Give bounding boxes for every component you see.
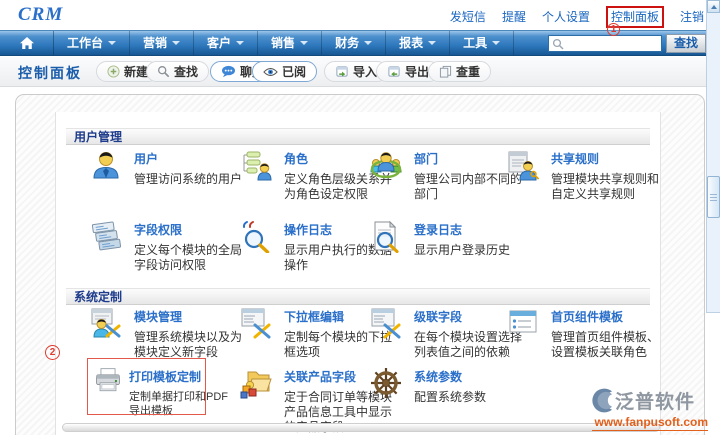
cascading-fields-icon [369,306,403,340]
duplicate-check-icon [439,65,452,78]
arrow-up-icon [711,5,717,9]
chevron-down-icon [300,41,308,45]
scroll-up-button[interactable] [707,0,720,13]
module-card-field-permissions[interactable]: 字段权限 定义每个模块的全局字段访问权限 [89,219,245,273]
crm-logo: CRM [18,4,63,26]
card-title: 用户 [134,150,246,167]
field-permissions-icon [89,219,123,253]
card-desc: 管理访问系统的用户 [134,172,246,187]
role-icon [239,148,273,182]
module-card-homepage-component-template[interactable]: 首页组件模板 管理首页组件模板、设置模板关联角色 [506,306,662,360]
menu-finance[interactable]: 财务 [322,31,386,55]
link-logout[interactable]: 注销 [680,8,704,26]
module-card-system-parameters[interactable]: 系统参数 配置系统参数 [369,366,525,405]
department-icon [369,148,403,182]
card-title: 模块管理 [134,308,246,325]
user-icon [89,148,123,182]
module-card-cascading-fields[interactable]: 级联字段 在每个模块设置选择列表值之间的依赖 [369,306,525,360]
card-desc: 管理系统模块以及为模块定义新字段 [134,330,246,360]
module-card-login-log[interactable]: 登录日志 显示用户登录历史 [369,219,525,258]
global-search-input[interactable] [566,37,658,50]
card-title: 字段权限 [134,221,246,238]
chevron-down-icon [172,41,180,45]
control-panel-board: 用户管理 用户 管理访问系统的用户 角色 定义角色层级关系并为角色设 [55,112,661,435]
module-management-icon [89,306,123,340]
global-search-box [548,35,662,52]
fanpu-branding: 泛普软件 www.fanpusoft.com [592,387,708,431]
section-header-system-customization: 系统定制 [66,288,650,305]
home-button[interactable] [0,31,54,55]
section-header-user-management: 用户管理 [66,128,650,145]
chevron-down-icon [108,41,116,45]
chevron-down-icon [236,41,244,45]
brand-name: 泛普软件 [615,387,695,414]
plus-circle-icon [107,65,120,78]
search-icon [157,65,170,78]
global-search-button[interactable]: 查找 [666,34,706,53]
card-title: 系统参数 [414,368,526,385]
chevron-down-icon [428,41,436,45]
card-title: 登录日志 [414,221,526,238]
find-button[interactable]: 查找 [146,61,209,82]
chat-bubble-icon [221,65,236,78]
chevron-down-icon [364,41,372,45]
brand-url: www.fanpusoft.com [592,415,708,431]
read-button[interactable]: 已阅 [252,61,317,82]
menu-reports[interactable]: 报表 [386,31,450,55]
horizontal-scrollbar[interactable] [62,423,660,432]
eye-icon [263,67,278,77]
module-card-module-management[interactable]: 模块管理 管理系统模块以及为模块定义新字段 [89,306,245,360]
page-toolbar: 控制面板 新建 查找 聊天 已阅 导入 [0,57,720,87]
search-icon [552,38,564,50]
product-fields-icon [239,366,273,400]
menu-marketing[interactable]: 营销 [130,31,194,55]
operation-log-icon [239,219,273,253]
module-card-department[interactable]: 部门 管理公司内部不同的部门 [369,148,525,202]
print-template-highlight-box [87,358,206,415]
module-card-user[interactable]: 用户 管理访问系统的用户 [89,148,245,187]
login-log-icon [369,219,403,253]
menu-workbench[interactable]: 工作台 [54,31,130,55]
dropdown-edit-icon [239,306,273,340]
header-links: 发短信 提醒 个人设置 控制面板 注销 [450,8,704,26]
link-personal-settings[interactable]: 个人设置 [542,8,590,26]
card-desc: 定义每个模块的全局字段访问权限 [134,243,246,273]
export-icon [387,65,401,78]
link-send-sms[interactable]: 发短信 [450,8,486,26]
link-reminder[interactable]: 提醒 [502,8,526,26]
card-desc: 显示用户登录历史 [414,243,526,258]
fanpu-logo-icon [592,388,613,413]
vertical-scrollbar[interactable] [706,0,720,313]
homepage-template-icon [506,306,540,340]
page-title: 控制面板 [18,63,82,83]
chevron-down-icon [492,41,500,45]
scrollbar-thumb[interactable] [707,176,720,218]
annotation-step-1: 1 [607,23,620,36]
card-desc: 管理模块共享规则和自定义共享规则 [551,172,663,202]
dedupe-button[interactable]: 查重 [428,61,491,82]
card-desc: 管理首页组件模板、设置模板关联角色 [551,330,663,360]
annotation-step-2: 2 [45,345,60,360]
module-card-sharing-rules[interactable]: 共享规则 管理模块共享规则和自定义共享规则 [506,148,662,202]
menu-tools[interactable]: 工具 [450,31,514,55]
system-parameters-icon [369,366,403,400]
home-icon [19,36,35,50]
menu-sales[interactable]: 销售 [258,31,322,55]
card-desc: 配置系统参数 [414,390,526,405]
card-title: 共享规则 [551,150,663,167]
menu-customer[interactable]: 客户 [194,31,258,55]
import-icon [335,65,349,78]
sharing-rules-icon [506,148,540,182]
card-title: 首页组件模板 [551,308,663,325]
